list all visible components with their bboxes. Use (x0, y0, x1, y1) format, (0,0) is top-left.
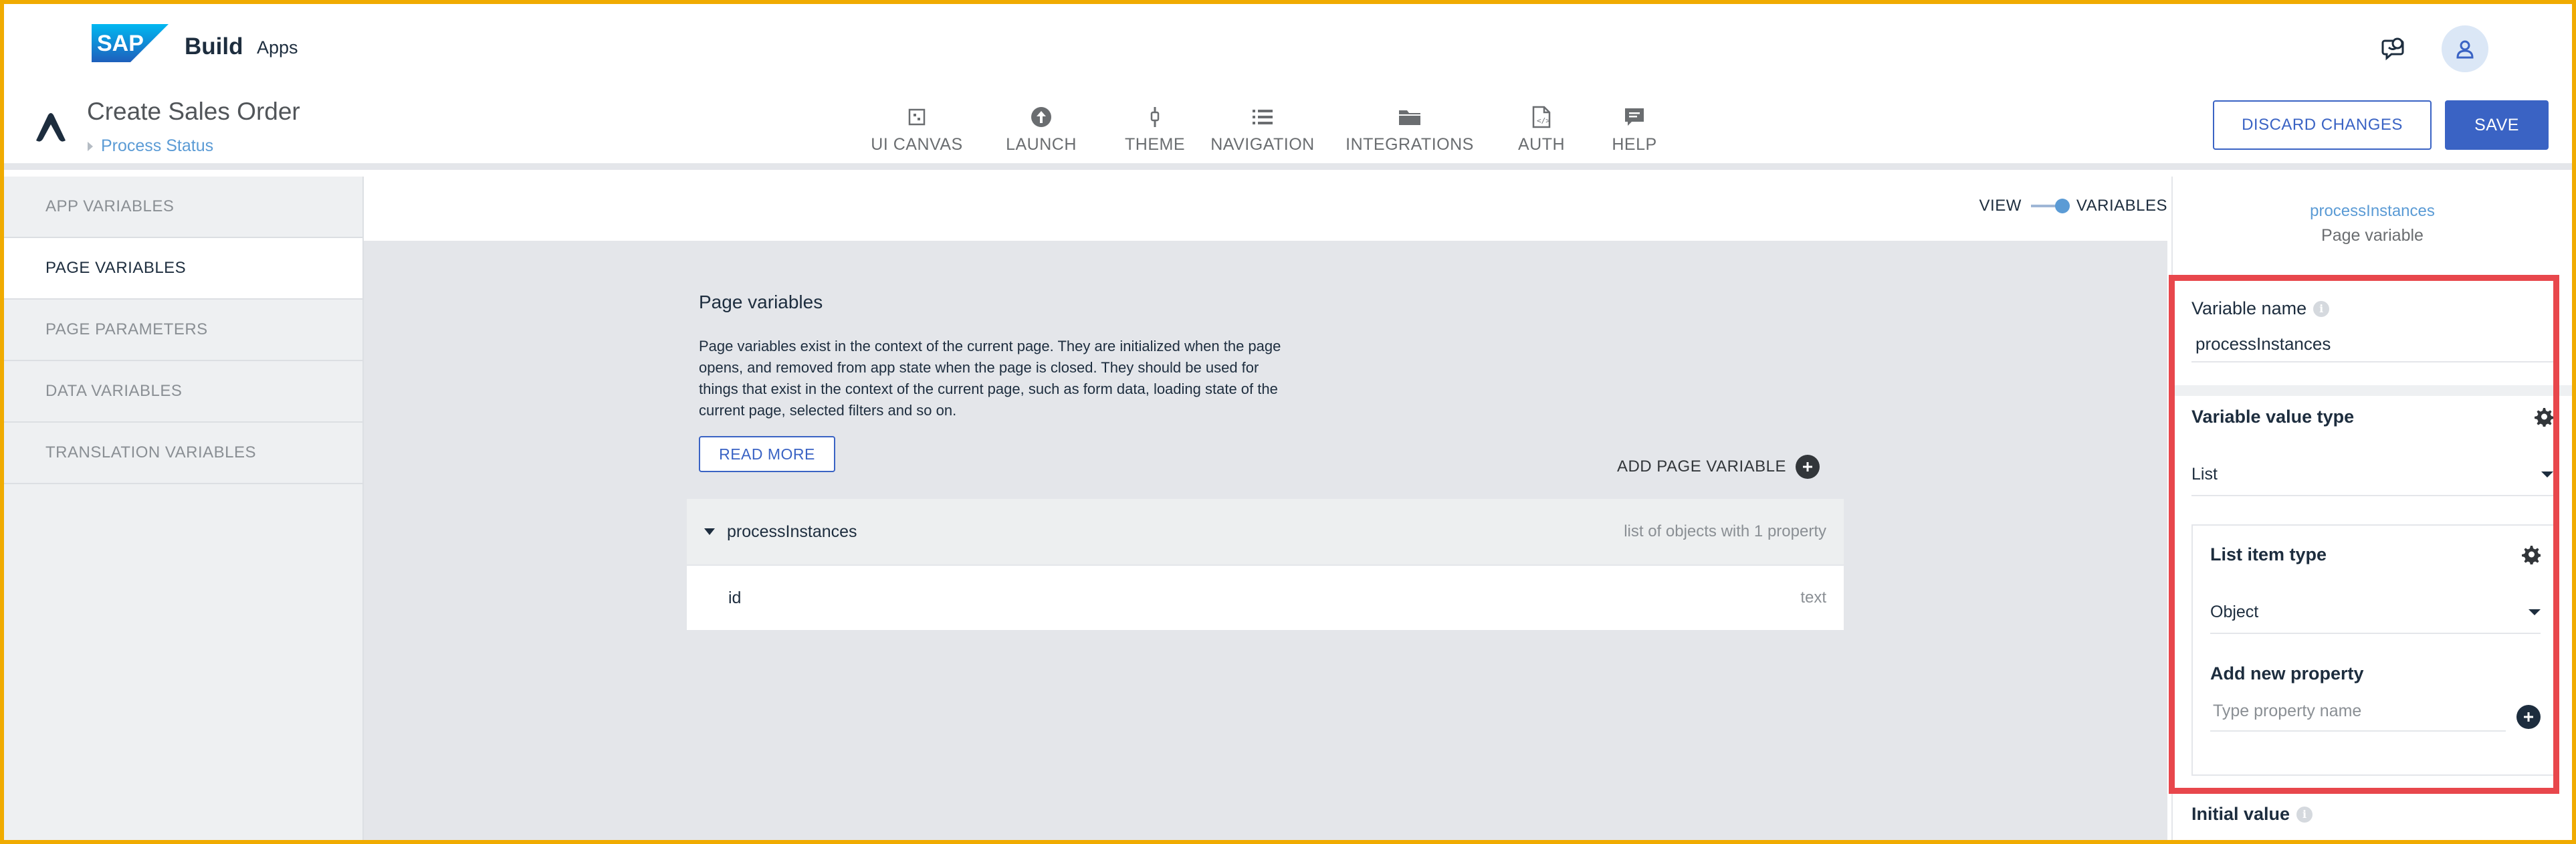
page-title: Create Sales Order (87, 98, 300, 125)
tab-help[interactable]: HELP (1594, 96, 1675, 163)
property-type: text (1800, 589, 1826, 607)
sidebar-item-page-variables[interactable]: PAGE VARIABLES (4, 238, 362, 300)
variable-row[interactable]: processInstances list of objects with 1 … (687, 499, 1844, 564)
view-variables-toggle[interactable]: VIEW VARIABLES (1979, 197, 2167, 215)
top-bar: SAP Build Apps (4, 4, 2572, 91)
variable-type: list of objects with 1 property (1624, 522, 1826, 540)
main-toolbar: VIEW VARIABLES (364, 177, 2167, 241)
auth-icon: </> (1530, 106, 1553, 128)
variables-table: processInstances list of objects with 1 … (687, 499, 1844, 630)
tab-label: THEME (1125, 135, 1185, 154)
panel-header: processInstances Page variable (2173, 202, 2572, 245)
help-chat-icon (1623, 106, 1646, 128)
tab-launch[interactable]: LAUNCH (967, 96, 1115, 163)
variable-name: processInstances (727, 522, 857, 541)
editor-header: Create Sales Order Process Status UI CAN… (4, 91, 2572, 170)
toggle-switch[interactable] (2030, 199, 2070, 213)
save-button[interactable]: SAVE (2445, 100, 2549, 150)
initial-value-label-row: Initial value i (2191, 804, 2553, 825)
product-name: Build (185, 33, 243, 60)
highlight-box (2169, 275, 2559, 794)
tab-label: AUTH (1517, 135, 1566, 154)
user-avatar-icon[interactable] (2442, 25, 2488, 72)
info-icon[interactable]: i (2296, 806, 2313, 823)
feedback-icon[interactable] (2369, 25, 2416, 72)
sidebar-item-data-variables[interactable]: DATA VARIABLES (4, 361, 362, 423)
launch-icon (1030, 106, 1053, 128)
tab-navigation[interactable]: NAVIGATION (1194, 96, 1331, 163)
variables-sidebar: APP VARIABLES PAGE VARIABLES PAGE PARAME… (4, 177, 364, 840)
add-page-variable-label: ADD PAGE VARIABLE (1616, 457, 1786, 476)
add-page-variable-button[interactable]: ADD PAGE VARIABLE (1617, 455, 1820, 479)
product-subname: Apps (257, 37, 298, 58)
tab-label: HELP (1612, 135, 1657, 154)
theme-icon (1144, 106, 1166, 128)
expand-caret-icon[interactable] (704, 528, 715, 535)
panel-subtitle: Page variable (2321, 226, 2424, 245)
read-more-button[interactable]: READ MORE (699, 436, 835, 472)
section-description: Page variables exist in the context of t… (699, 338, 1281, 419)
tab-integrations[interactable]: INTEGRATIONS (1331, 96, 1489, 163)
sap-logo: SAP (92, 24, 169, 62)
editor-tabs: UI CANVAS LAUNCH THEME NAVIGATION INTEGR… (867, 96, 1675, 163)
tab-label: LAUNCH (1006, 135, 1077, 154)
tab-auth[interactable]: </> AUTH (1489, 96, 1594, 163)
main-content: Page variables Page variables exist in t… (364, 241, 2167, 840)
panel-variable-name: processInstances (2310, 202, 2435, 220)
discard-changes-button[interactable]: DISCARD CHANGES (2213, 100, 2432, 150)
section-title: Page variables (699, 292, 823, 312)
app-logo-icon (33, 110, 68, 144)
property-row[interactable]: id text (687, 564, 1844, 630)
tab-theme[interactable]: THEME (1115, 96, 1194, 163)
tab-ui-canvas[interactable]: UI CANVAS (867, 96, 967, 163)
toggle-variables-label: VARIABLES (2076, 197, 2167, 215)
sidebar-item-app-variables[interactable]: APP VARIABLES (4, 177, 362, 238)
property-name: id (728, 588, 742, 607)
breadcrumb-chevron-icon (88, 141, 93, 151)
initial-value-label: Initial value (2191, 804, 2290, 824)
toggle-view-label: VIEW (1979, 197, 2022, 215)
navigation-icon (1251, 106, 1274, 128)
plus-circle-icon (1796, 455, 1820, 479)
sidebar-item-page-parameters[interactable]: PAGE PARAMETERS (4, 300, 362, 361)
canvas-icon (905, 106, 928, 128)
tab-label: NAVIGATION (1210, 135, 1315, 154)
sidebar-item-translation-variables[interactable]: TRANSLATION VARIABLES (4, 423, 362, 484)
tab-label: INTEGRATIONS (1346, 135, 1474, 154)
breadcrumb[interactable]: Process Status (88, 136, 213, 156)
tab-label: UI CANVAS (871, 135, 963, 154)
sap-logo-text: SAP (97, 31, 144, 56)
svg-text:</>: </> (1537, 116, 1550, 125)
folder-icon (1398, 106, 1421, 128)
breadcrumb-label: Process Status (101, 136, 214, 155)
initial-value-section: Initial value i (2191, 804, 2553, 825)
